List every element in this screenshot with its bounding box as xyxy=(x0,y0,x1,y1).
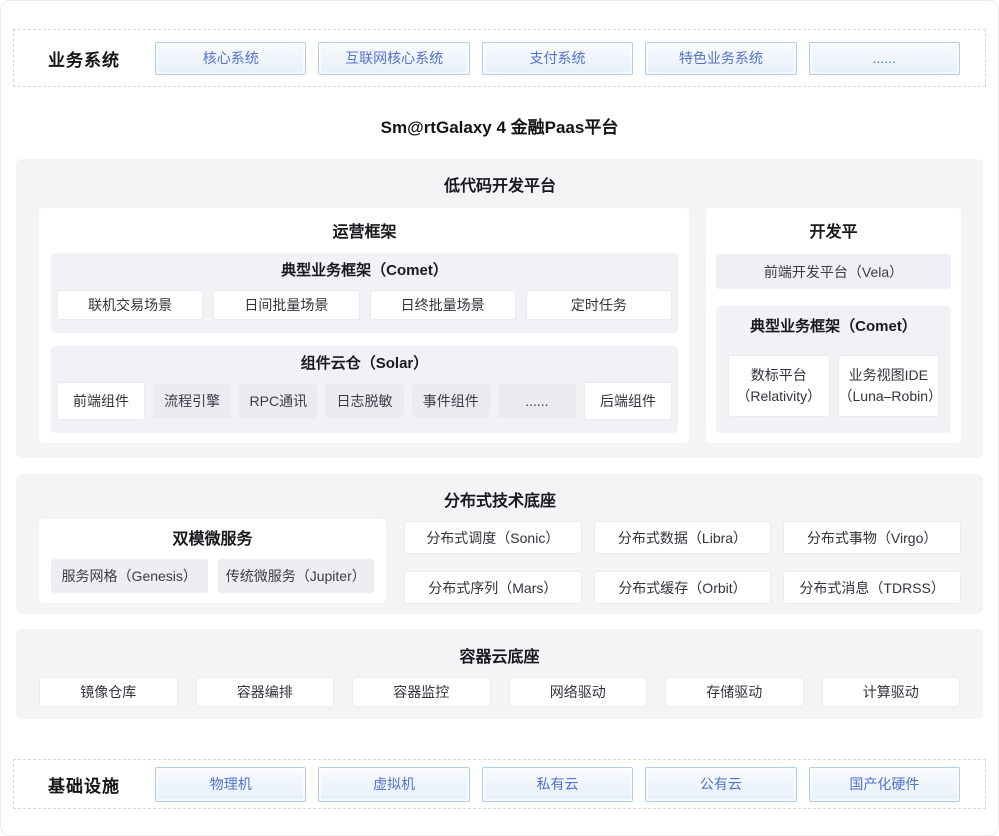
solar-item-frontend-components[interactable]: 前端组件 xyxy=(57,382,145,420)
virtual-machine-button[interactable]: 虚拟机 xyxy=(318,767,469,802)
orbit-cache-button[interactable]: 分布式缓存（Orbit） xyxy=(594,571,772,604)
solar-item-event-components[interactable]: 事件组件 xyxy=(412,384,490,418)
virgo-transaction-button[interactable]: 分布式事物（Virgo） xyxy=(783,521,961,554)
storage-driver-button[interactable]: 存储驱动 xyxy=(665,677,804,707)
container-orchestration-button[interactable]: 容器编排 xyxy=(196,677,335,707)
solar-title: 组件云仓（Solar） xyxy=(57,351,672,376)
lowcode-platform-title: 低代码开发平台 xyxy=(39,172,961,196)
comet-framework-subcard: 典型业务框架（Comet） 联机交易场景 日间批量场景 日终批量场景 定时任务 xyxy=(51,253,678,333)
relativity-platform-button[interactable]: 数标平台 （Relativity） xyxy=(728,355,830,417)
container-cloud-title: 容器云底座 xyxy=(39,643,960,667)
business-system-core[interactable]: 核心系统 xyxy=(155,42,306,75)
infrastructure-section: 基础设施 物理机 虚拟机 私有云 公有云 国产化硬件 xyxy=(13,759,986,809)
physical-machine-button[interactable]: 物理机 xyxy=(155,767,306,802)
vela-frontend-platform-button[interactable]: 前端开发平台（Vela） xyxy=(716,254,951,289)
relativity-line1: 数标平台 xyxy=(751,365,807,386)
network-driver-button[interactable]: 网络驱动 xyxy=(509,677,648,707)
container-cloud-panel: 容器云底座 镜像仓库 容器编排 容器监控 网络驱动 存储驱动 计算驱动 xyxy=(16,629,983,719)
genesis-service-mesh-button[interactable]: 服务网格（Genesis） xyxy=(51,559,208,593)
relativity-line2: （Relativity） xyxy=(736,386,821,407)
business-systems-label: 业务系统 xyxy=(48,46,155,71)
infrastructure-items: 物理机 虚拟机 私有云 公有云 国产化硬件 xyxy=(155,767,960,802)
jupiter-microservice-button[interactable]: 传统微服务（Jupiter） xyxy=(218,559,375,593)
public-cloud-button[interactable]: 公有云 xyxy=(645,767,796,802)
business-systems-items: 核心系统 互联网核心系统 支付系统 特色业务系统 ...... xyxy=(155,42,960,75)
ops-framework-title: 运营框架 xyxy=(51,221,678,245)
sonic-scheduler-button[interactable]: 分布式调度（Sonic） xyxy=(404,521,582,554)
comet-item-daytime-batch[interactable]: 日间批量场景 xyxy=(213,290,359,320)
luna-robin-line2: （Luna–Robin） xyxy=(839,386,939,407)
business-system-special[interactable]: 特色业务系统 xyxy=(645,42,796,75)
distributed-services-grid: 分布式调度（Sonic） 分布式数据（Libra） 分布式事物（Virgo） 分… xyxy=(404,519,961,603)
business-system-payment[interactable]: 支付系统 xyxy=(482,42,633,75)
comet-item-endofday-batch[interactable]: 日终批量场景 xyxy=(370,290,516,320)
infrastructure-label: 基础设施 xyxy=(48,772,155,797)
luna-robin-ide-button[interactable]: 业务视图IDE （Luna–Robin） xyxy=(838,355,940,417)
comet-framework-right-title: 典型业务框架（Comet） xyxy=(728,314,939,339)
domestic-hardware-button[interactable]: 国产化硬件 xyxy=(809,767,960,802)
architecture-diagram: 业务系统 核心系统 互联网核心系统 支付系统 特色业务系统 ...... Sm@… xyxy=(0,0,999,836)
comet-framework-title: 典型业务框架（Comet） xyxy=(57,258,672,283)
comet-item-scheduled-task[interactable]: 定时任务 xyxy=(526,290,672,320)
dual-microservice-card: 双模微服务 服务网格（Genesis） 传统微服务（Jupiter） xyxy=(39,519,386,603)
luna-robin-line1: 业务视图IDE xyxy=(849,365,928,386)
solar-item-log-masking[interactable]: 日志脱敏 xyxy=(325,384,403,418)
distributed-base-title: 分布式技术底座 xyxy=(39,487,961,511)
business-system-more[interactable]: ...... xyxy=(809,42,960,75)
solar-subcard: 组件云仓（Solar） 前端组件 流程引擎 RPC通讯 日志脱敏 事件组件 ..… xyxy=(51,346,678,433)
solar-item-backend-components[interactable]: 后端组件 xyxy=(584,382,672,420)
dev-platform-card: 开发平 前端开发平台（Vela） 典型业务框架（Comet） 数标平台 （Rel… xyxy=(706,208,961,443)
mars-sequence-button[interactable]: 分布式序列（Mars） xyxy=(404,571,582,604)
ops-framework-card: 运营框架 典型业务框架（Comet） 联机交易场景 日间批量场景 日终批量场景 … xyxy=(39,208,689,443)
solar-item-more[interactable]: ...... xyxy=(498,384,576,418)
solar-item-process-engine[interactable]: 流程引擎 xyxy=(153,384,231,418)
dev-platform-title: 开发平 xyxy=(716,221,951,245)
container-monitoring-button[interactable]: 容器监控 xyxy=(352,677,491,707)
tdrss-message-button[interactable]: 分布式消息（TDRSS） xyxy=(783,571,961,604)
comet-item-online-trade[interactable]: 联机交易场景 xyxy=(57,290,203,320)
business-systems-section: 业务系统 核心系统 互联网核心系统 支付系统 特色业务系统 ...... xyxy=(13,29,986,87)
business-system-internet-core[interactable]: 互联网核心系统 xyxy=(318,42,469,75)
dual-microservice-title: 双模微服务 xyxy=(51,528,374,552)
compute-driver-button[interactable]: 计算驱动 xyxy=(822,677,961,707)
comet-framework-right-subcard: 典型业务框架（Comet） 数标平台 （Relativity） 业务视图IDE … xyxy=(716,306,951,433)
lowcode-platform-panel: 低代码开发平台 运营框架 典型业务框架（Comet） 联机交易场景 日间批量场景… xyxy=(16,159,983,458)
image-registry-button[interactable]: 镜像仓库 xyxy=(39,677,178,707)
distributed-base-panel: 分布式技术底座 双模微服务 服务网格（Genesis） 传统微服务（Jupite… xyxy=(16,474,983,614)
libra-data-button[interactable]: 分布式数据（Libra） xyxy=(594,521,772,554)
private-cloud-button[interactable]: 私有云 xyxy=(482,767,633,802)
page-title: Sm@rtGalaxy 4 金融Paas平台 xyxy=(1,87,998,159)
solar-item-rpc[interactable]: RPC通讯 xyxy=(239,384,317,418)
